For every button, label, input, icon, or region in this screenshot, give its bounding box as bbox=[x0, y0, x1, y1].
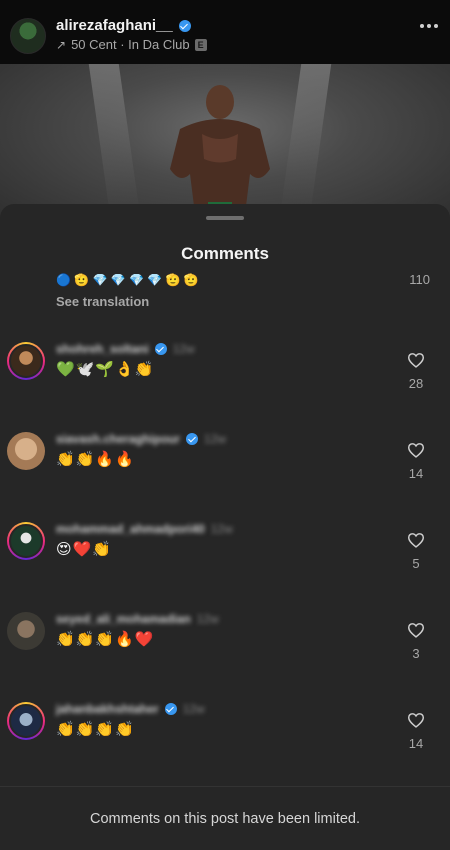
commenter-avatar[interactable] bbox=[7, 342, 45, 380]
comment-text: 😍❤️👏 bbox=[56, 541, 112, 558]
sheet-title: Comments bbox=[181, 244, 269, 263]
previous-comment-emojis: 🔵 🫡 💎 💎 💎 💎 🫡 🫡 bbox=[56, 273, 199, 287]
comments-sheet: Comments 🔵 🫡 💎 💎 💎 💎 🫡 🫡 110 See transla… bbox=[0, 204, 450, 850]
comment-time: 12w bbox=[204, 432, 227, 446]
post-username[interactable]: alirezafaghani__ bbox=[56, 17, 173, 34]
comment-text: 💚🕊️🌱👌👏 bbox=[56, 361, 155, 378]
commenter-avatar[interactable] bbox=[7, 612, 45, 650]
comment-item: jahanbakhshtaher 12w 👏👏👏👏 14 bbox=[0, 702, 450, 782]
comment-header: shohreh_soltani 12w bbox=[56, 342, 195, 356]
post-media[interactable] bbox=[0, 64, 450, 224]
comments-limited-notice: Comments on this post have been limited. bbox=[90, 810, 360, 827]
explicit-badge: E bbox=[194, 38, 207, 51]
comment-item: shohreh_soltani 12w 💚🕊️🌱👌👏 28 bbox=[0, 342, 450, 422]
like-area: 5 bbox=[396, 532, 436, 571]
see-translation-link[interactable]: See translation bbox=[56, 294, 149, 309]
comment-header: siavash.cheraghipour 12w bbox=[56, 432, 226, 446]
post-music-row[interactable]: ↗ 50 Cent · In Da Club E bbox=[56, 37, 207, 52]
post-header: alirezafaghani__ ↗ 50 Cent · In Da Club … bbox=[0, 0, 450, 64]
comment-time: 12w bbox=[172, 342, 195, 356]
comment-item: seyed_ali_mohamadian 12w 👏👏👏🔥❤️ 3 bbox=[0, 612, 450, 692]
heart-icon[interactable] bbox=[407, 352, 425, 368]
comment-item: mohammad_ahmadpori40 12w 😍❤️👏 5 bbox=[0, 522, 450, 602]
comment-header: mohammad_ahmadpori40 12w bbox=[56, 522, 233, 536]
like-area: 14 bbox=[396, 442, 436, 481]
verified-badge-icon bbox=[178, 19, 191, 32]
stage-light-left bbox=[88, 64, 142, 224]
verified-badge-icon bbox=[164, 703, 177, 715]
comment-text: 👏👏👏🔥❤️ bbox=[56, 631, 155, 648]
comment-header: seyed_ali_mohamadian 12w bbox=[56, 612, 219, 626]
heart-icon[interactable] bbox=[407, 532, 425, 548]
like-count: 5 bbox=[412, 556, 420, 571]
commenter-username[interactable]: shohreh_soltani bbox=[56, 342, 149, 356]
commenter-username[interactable]: seyed_ali_mohamadian bbox=[56, 612, 191, 626]
like-area: 28 bbox=[396, 352, 436, 391]
comment-text: 👏👏👏👏 bbox=[56, 721, 135, 738]
like-count: 28 bbox=[408, 376, 424, 391]
post-author-avatar[interactable] bbox=[10, 18, 46, 54]
commenter-username[interactable]: siavash.cheraghipour bbox=[56, 432, 180, 446]
comment-time: 12w bbox=[210, 522, 233, 536]
comment-time: 12w bbox=[196, 612, 219, 626]
comment-header: jahanbakhshtaher 12w bbox=[56, 702, 205, 716]
heart-icon[interactable] bbox=[407, 622, 425, 638]
heart-icon[interactable] bbox=[407, 442, 425, 458]
commenter-username[interactable]: mohammad_ahmadpori40 bbox=[56, 522, 205, 536]
previous-comment-like-count: 110 bbox=[409, 272, 430, 287]
commenter-avatar[interactable] bbox=[7, 432, 45, 470]
commenter-avatar[interactable] bbox=[7, 522, 45, 560]
like-area: 14 bbox=[396, 712, 436, 751]
post-username-row: alirezafaghani__ bbox=[56, 17, 191, 34]
sheet-drag-handle[interactable] bbox=[206, 216, 244, 220]
more-options-icon[interactable] bbox=[420, 24, 438, 28]
previous-comment: 🔵 🫡 💎 💎 💎 💎 🫡 🫡 110 See translation bbox=[0, 270, 450, 320]
comment-time: 12w bbox=[182, 702, 205, 716]
verified-badge-icon bbox=[154, 343, 167, 355]
music-title[interactable]: 50 Cent · In Da Club bbox=[71, 37, 190, 52]
like-count: 14 bbox=[408, 736, 424, 751]
commenter-avatar[interactable] bbox=[7, 702, 45, 740]
music-arrow-icon: ↗ bbox=[56, 37, 67, 52]
like-area: 3 bbox=[396, 622, 436, 661]
like-count: 14 bbox=[408, 466, 424, 481]
comments-limited-footer: Comments on this post have been limited. bbox=[0, 786, 450, 850]
heart-icon[interactable] bbox=[407, 712, 425, 728]
verified-badge-icon bbox=[186, 433, 199, 445]
athlete-figure-image bbox=[170, 85, 270, 214]
comment-item: siavash.cheraghipour 12w 👏👏🔥🔥 14 bbox=[0, 432, 450, 512]
commenter-username[interactable]: jahanbakhshtaher bbox=[56, 702, 159, 716]
comment-text: 👏👏🔥🔥 bbox=[56, 451, 135, 468]
like-count: 3 bbox=[412, 646, 420, 661]
